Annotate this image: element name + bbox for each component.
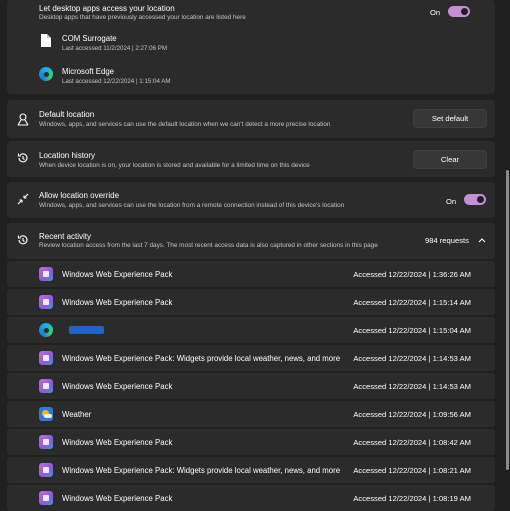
default-location-description: Windows, apps, and services can use the … — [39, 121, 331, 128]
edge-icon — [39, 67, 53, 81]
activity-row[interactable]: Windows Web Experience Pack Accessed 12/… — [7, 373, 495, 399]
activity-time: Accessed 12/22/2024 | 1:09:56 AM — [353, 410, 471, 419]
toggle-knob — [477, 196, 484, 203]
activity-row[interactable]: Windows Web Experience Pack: Widgets pro… — [7, 457, 495, 483]
override-card: Allow location override Windows, apps, a… — [7, 182, 495, 218]
activity-row[interactable]: Windows Web Experience Pack Accessed 12/… — [7, 289, 495, 315]
activity-time: Accessed 12/22/2024 | 1:08:19 AM — [353, 494, 471, 503]
widgets-app-icon — [39, 351, 53, 365]
desktop-app-name: COM Surrogate — [62, 34, 117, 43]
activity-row[interactable]: Accessed 12/22/2024 | 1:15:04 AM — [7, 317, 495, 343]
activity-row[interactable]: Windows Web Experience Pack Accessed 12/… — [7, 429, 495, 455]
activity-app-name: Windows Web Experience Pack — [62, 270, 173, 279]
desktop-app-last-accessed: Last accessed 12/22/2024 | 1:15:04 AM — [62, 78, 171, 85]
weather-icon — [39, 407, 53, 421]
activity-time: Accessed 12/22/2024 | 1:08:21 AM — [353, 466, 471, 475]
default-location-card: Default location Windows, apps, and serv… — [7, 100, 495, 138]
location-history-card: Location history When device location is… — [7, 141, 495, 177]
widgets-app-icon — [39, 295, 53, 309]
activity-time: Accessed 12/22/2024 | 1:14:53 AM — [353, 354, 471, 363]
activity-app-name: Windows Web Experience Pack: Widgets pro… — [62, 354, 341, 363]
activity-row[interactable]: Windows Web Experience Pack: Widgets pro… — [7, 345, 495, 371]
activity-app-name: Windows Web Experience Pack — [62, 382, 173, 391]
location-history-description: When device location is on, your locatio… — [39, 162, 310, 169]
recent-activity-title: Recent activity — [39, 232, 92, 241]
redacted-app-name — [69, 326, 104, 334]
activity-app-name: Weather — [62, 410, 92, 419]
desktop-apps-card: Let desktop apps access your location De… — [7, 0, 495, 94]
activity-time: Accessed 12/22/2024 | 1:14:53 AM — [353, 382, 471, 391]
request-count: 984 requests — [425, 236, 469, 245]
activity-app-name: Windows Web Experience Pack — [62, 438, 173, 447]
activity-time: Accessed 12/22/2024 | 1:15:14 AM — [353, 298, 471, 307]
activity-row[interactable]: Windows Web Experience Pack Accessed 12/… — [7, 485, 495, 511]
override-toggle-label: On — [446, 197, 457, 206]
activity-row[interactable]: Weather Accessed 12/22/2024 | 1:09:56 AM — [7, 401, 495, 427]
override-toggle[interactable] — [464, 194, 486, 205]
override-arrows-icon — [17, 193, 29, 205]
clear-button[interactable]: Clear — [413, 150, 487, 169]
location-history-title: Location history — [39, 151, 96, 160]
desktop-apps-description: Desktop apps that have previously access… — [39, 14, 246, 21]
edge-icon — [39, 323, 53, 337]
set-default-button[interactable]: Set default — [413, 109, 487, 128]
activity-app-name: Windows Web Experience Pack — [62, 298, 173, 307]
activity-app-name: Windows Web Experience Pack: Widgets pro… — [62, 466, 341, 475]
toggle-knob — [461, 8, 468, 15]
widgets-app-icon — [39, 491, 53, 505]
widgets-app-icon — [39, 267, 53, 281]
activity-row[interactable]: Windows Web Experience Pack Accessed 12/… — [7, 261, 495, 287]
desktop-apps-toggle[interactable] — [448, 6, 470, 17]
default-location-title: Default location — [39, 110, 95, 119]
activity-time: Accessed 12/22/2024 | 1:08:42 AM — [353, 438, 471, 447]
override-title: Allow location override — [39, 191, 120, 200]
activity-time: Accessed 12/22/2024 | 1:15:04 AM — [353, 326, 471, 335]
recent-activity-description: Review location access from the last 7 d… — [39, 242, 378, 249]
recent-activity-header[interactable]: Recent activity Review location access f… — [7, 223, 495, 259]
activity-time: Accessed 12/22/2024 | 1:36:26 AM — [353, 270, 471, 279]
file-icon — [41, 34, 51, 47]
widgets-app-icon — [39, 379, 53, 393]
desktop-app-name: Microsoft Edge — [62, 67, 115, 76]
activity-app-name: Windows Web Experience Pack — [62, 494, 173, 503]
desktop-app-last-accessed: Last accessed 11/2/2024 | 2:27:06 PM — [62, 45, 168, 52]
widgets-app-icon — [39, 435, 53, 449]
history-icon — [17, 235, 28, 245]
location-pin-icon — [17, 113, 29, 126]
desktop-apps-title: Let desktop apps access your location — [39, 4, 175, 13]
chevron-up-icon[interactable] — [478, 237, 486, 243]
desktop-apps-toggle-label: On — [430, 8, 441, 17]
override-description: Windows, apps, and services can use the … — [39, 202, 345, 209]
history-icon — [17, 153, 28, 163]
scrollbar[interactable] — [506, 170, 509, 470]
widgets-app-icon — [39, 463, 53, 477]
